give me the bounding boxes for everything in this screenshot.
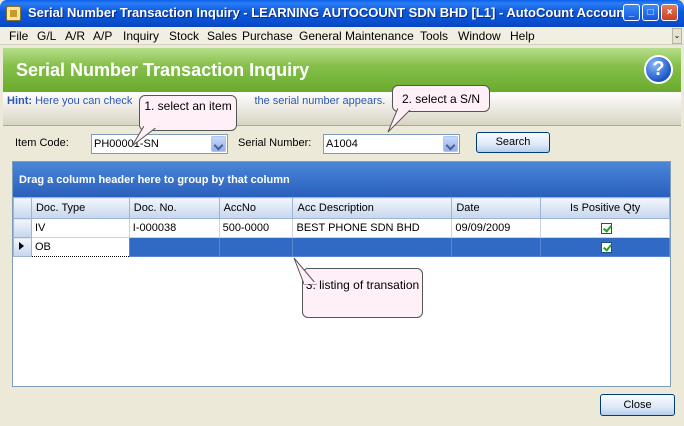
menu-tools[interactable]: Tools <box>420 29 448 43</box>
hint-text-after: the serial number appears. <box>254 95 386 107</box>
callout-select-item-tail <box>131 126 159 147</box>
menu-sales[interactable]: Sales <box>207 29 237 43</box>
cell-acc-description[interactable]: BEST PHONE SDN BHD <box>292 218 453 238</box>
item-code-label: Item Code: <box>15 137 69 149</box>
table-row[interactable]: IV I-000038 500-0000 BEST PHONE SDN BHD … <box>13 218 670 238</box>
checked-checkbox-icon[interactable] <box>601 222 613 234</box>
window-titlebar: Serial Number Transaction Inquiry - LEAR… <box>0 0 684 27</box>
cell-doc-no[interactable]: I-000038 <box>128 218 220 238</box>
cell-doc-type[interactable]: OB <box>30 237 130 257</box>
serial-number-value: A1004 <box>326 138 358 150</box>
cell-accno[interactable]: 500-0000 <box>218 218 294 238</box>
callout-transaction-listing-tail <box>293 257 318 285</box>
item-code-dropdown-icon[interactable] <box>211 136 226 152</box>
close-window-button[interactable]: × <box>661 4 678 21</box>
cell-accno[interactable] <box>218 237 294 257</box>
cell-is-positive-qty[interactable] <box>540 218 670 238</box>
column-header-date[interactable]: Date <box>451 197 542 219</box>
current-row-arrow-icon <box>19 242 24 250</box>
serial-number-dropdown-icon[interactable] <box>443 136 458 152</box>
page-header: Serial Number Transaction Inquiry ? <box>3 48 681 92</box>
callout-select-sn-tail <box>387 108 413 133</box>
cell-doc-no[interactable] <box>128 237 220 257</box>
column-header-accno[interactable]: AccNo <box>218 197 294 219</box>
minimize-button[interactable]: _ <box>623 4 640 21</box>
cell-acc-description[interactable] <box>292 237 453 257</box>
window-title: Serial Number Transaction Inquiry - LEAR… <box>28 5 624 20</box>
close-button[interactable]: Close <box>600 394 675 416</box>
cell-date[interactable] <box>451 237 542 257</box>
serial-number-combo[interactable]: A1004 <box>323 134 460 154</box>
checked-checkbox-icon[interactable] <box>601 241 613 253</box>
maximize-button[interactable]: □ <box>642 4 659 21</box>
menu-stock[interactable]: Stock <box>169 29 199 43</box>
menu-inquiry[interactable]: Inquiry <box>123 29 159 43</box>
serial-number-label: Serial Number: <box>238 137 312 149</box>
page-title: Serial Number Transaction Inquiry <box>16 60 310 80</box>
menu-bar: File G/L A/R A/P Inquiry Stock Sales Pur… <box>0 27 684 45</box>
table-row[interactable]: OB <box>13 237 670 257</box>
cell-is-positive-qty[interactable] <box>540 237 670 257</box>
menu-ar[interactable]: A/R <box>65 29 85 43</box>
hint-label: Hint: <box>7 95 33 107</box>
group-by-hint: Drag a column header here to group by th… <box>19 174 290 186</box>
transaction-table: Doc. Type Doc. No. AccNo Acc Description… <box>13 197 670 257</box>
help-icon[interactable]: ? <box>644 55 673 84</box>
menu-general-maintenance[interactable]: General Maintenance <box>299 29 414 43</box>
menu-overflow-chevron-icon[interactable]: ⌄ <box>672 28 682 44</box>
column-header-doc-type[interactable]: Doc. Type <box>30 197 130 219</box>
menu-gl[interactable]: G/L <box>37 29 56 43</box>
app-icon <box>6 6 21 21</box>
hint-text-before: Here you can check <box>32 95 133 107</box>
cell-doc-type[interactable]: IV <box>30 218 130 238</box>
hint-bar: Hint: Here you can check the serial numb… <box>3 92 681 126</box>
menu-file[interactable]: File <box>9 29 28 43</box>
column-header-doc-no[interactable]: Doc. No. <box>128 197 220 219</box>
table-header-row: Doc. Type Doc. No. AccNo Acc Description… <box>13 197 670 219</box>
menu-purchase[interactable]: Purchase <box>242 29 293 43</box>
menu-ap[interactable]: A/P <box>93 29 112 43</box>
search-button[interactable]: Search <box>476 132 550 153</box>
cell-date[interactable]: 09/09/2009 <box>451 218 542 238</box>
column-header-acc-description[interactable]: Acc Description <box>292 197 453 219</box>
menu-help[interactable]: Help <box>510 29 535 43</box>
row-selector[interactable] <box>13 218 32 238</box>
row-selector[interactable] <box>13 237 32 257</box>
row-selector-header <box>13 197 32 219</box>
menu-window[interactable]: Window <box>458 29 501 43</box>
group-by-panel[interactable]: Drag a column header here to group by th… <box>13 162 670 197</box>
column-header-is-positive-qty[interactable]: Is Positive Qty <box>540 197 670 219</box>
